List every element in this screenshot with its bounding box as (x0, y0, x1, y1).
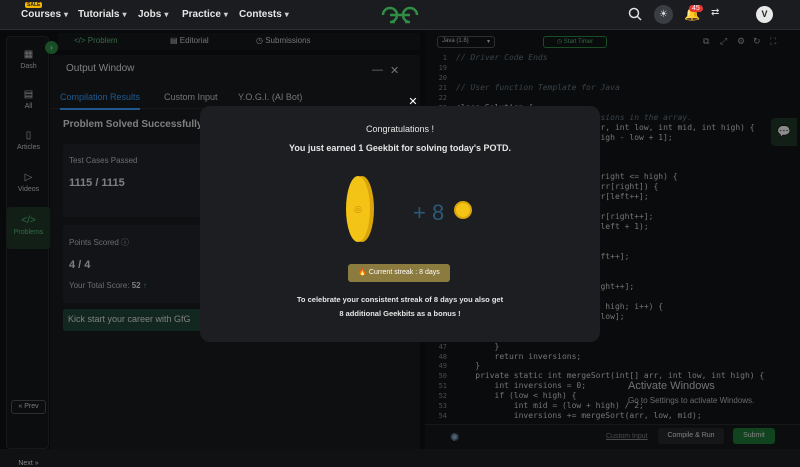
nav-tutorials[interactable]: Tutorials ▾ (78, 9, 127, 20)
svg-text:◎: ◎ (354, 205, 362, 215)
nav-jobs[interactable]: Jobs ▾ (138, 9, 168, 20)
nav-label: Contests (239, 9, 282, 20)
geekbit-coin-icon: ◎ (346, 176, 374, 242)
nav-courses[interactable]: Courses ▾ (21, 9, 68, 20)
bonus-text-line1: To celebrate your consistent streak of 8… (296, 295, 504, 304)
next-button[interactable]: Next » (11, 460, 46, 467)
nav-contests[interactable]: Contests ▾ (239, 9, 289, 20)
notification-count-badge: 45 (689, 5, 703, 12)
top-navbar: SALE Courses ▾ Tutorials ▾ Jobs ▾ Practice ▾… (0, 0, 800, 30)
chevron-down-icon: ▾ (122, 10, 127, 19)
avatar[interactable]: V (756, 6, 773, 23)
modal-subtitle: You just earned 1 Geekbit for solving to… (288, 143, 512, 153)
chevron-down-icon: ▾ (284, 10, 289, 19)
nav-practice[interactable]: Practice ▾ (182, 9, 228, 20)
theme-toggle-icon[interactable]: ☀ (654, 5, 673, 24)
nav-label: Practice (182, 9, 221, 20)
search-icon[interactable] (628, 7, 642, 24)
bonus-text-line2: 8 additional Geekbits as a bonus ! (339, 309, 461, 318)
chevron-down-icon: ▾ (164, 10, 169, 19)
geeksforgeeks-logo-icon[interactable] (380, 4, 420, 26)
modal-close-icon[interactable]: ✕ (406, 95, 420, 109)
chevron-down-icon: ▾ (64, 10, 69, 19)
chevron-down-icon: ▾ (223, 10, 228, 19)
modal-title: Congratulations ! (365, 124, 435, 134)
geekbit-coin-small-icon (454, 201, 472, 219)
bonus-amount: + 8 (413, 200, 445, 225)
nav-label: Jobs (138, 9, 162, 20)
sale-badge: SALE (25, 2, 43, 8)
translate-icon[interactable]: ⇄ (711, 7, 719, 18)
current-streak-badge: 🔥 Current streak : 8 days (348, 264, 450, 282)
nav-label: Courses (21, 9, 62, 20)
nav-label: Tutorials (78, 9, 120, 20)
congratulations-modal: Congratulations ! You just earned 1 Geek… (200, 106, 600, 342)
